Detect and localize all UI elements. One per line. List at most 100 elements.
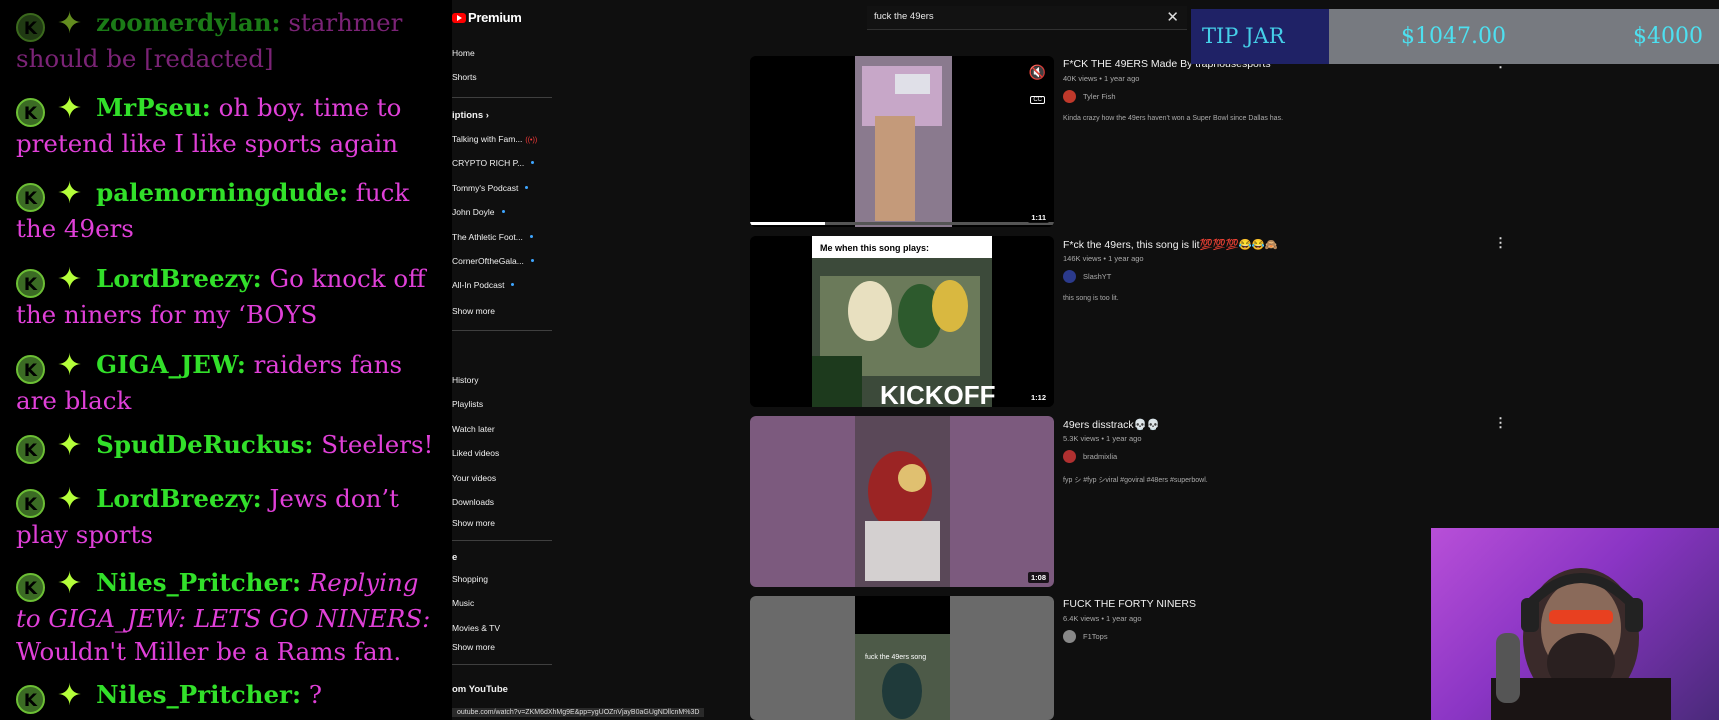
new-content-dot-icon	[511, 283, 515, 287]
chat-message: K ✦ SpudDeRuckus: Steelers!	[16, 428, 446, 464]
streamer-video	[1491, 568, 1671, 720]
subscription-label: Talking with Fam...	[452, 134, 523, 144]
chat-message: K ✦ palemorningdude: fuck the 49ers	[16, 176, 446, 245]
sidebar-item-shorts[interactable]: Shorts	[452, 72, 477, 82]
video-title[interactable]: FUCK THE FORTY NINERS	[1063, 598, 1196, 610]
new-content-dot-icon	[525, 185, 529, 189]
divider	[452, 97, 552, 98]
sidebar-subscription-item[interactable]: CRYPTO RICH P...	[452, 158, 535, 169]
tip-jar-widget: TIP JAR $1047.00 $4000	[1191, 9, 1719, 64]
sidebar-item-playlists[interactable]: Playlists	[452, 399, 483, 409]
channel-name: Tyler Fish	[1083, 92, 1116, 101]
sparkle-icon: ✦	[57, 482, 83, 517]
show-more-button[interactable]: Show more	[452, 306, 495, 316]
sidebar-item-downloads[interactable]: Downloads	[452, 497, 494, 507]
search-query[interactable]: fuck the 49ers	[874, 11, 934, 22]
channel-name: bradmixlia	[1083, 452, 1118, 461]
sidebar-subscription-item[interactable]: John Doyle	[452, 207, 505, 217]
youtube-logo-text: Premium	[468, 10, 522, 25]
show-more-button[interactable]: Show more	[452, 642, 495, 652]
webcam-overlay	[1431, 528, 1719, 720]
chat-username: Niles_Pritcher:	[96, 568, 302, 597]
sparkle-icon: ✦	[57, 428, 83, 463]
video-duration: 1:12	[1027, 392, 1049, 403]
thumbnail-caption: fuck the 49ers song	[865, 654, 927, 661]
video-thumbnail[interactable]: KICKOFF Me when this song plays: 1:12	[750, 236, 1054, 407]
tip-jar-current: $1047.00	[1401, 24, 1506, 49]
divider	[452, 540, 552, 541]
kick-badge-icon: K	[16, 355, 45, 384]
chat-text: ?	[308, 680, 322, 709]
chat-message: K ✦ LordBreezy: Jews don’t play sports	[16, 482, 446, 551]
video-thumbnail[interactable]: 🔇 CC 1:11	[750, 56, 1054, 227]
sidebar-subscriptions-header[interactable]: iptions ›	[452, 110, 489, 121]
youtube-logo[interactable]: Premium	[452, 10, 522, 25]
channel-link[interactable]: SlashYT	[1063, 270, 1111, 283]
more-options-icon[interactable]: ⋮	[1494, 236, 1507, 249]
sidebar-subscription-item[interactable]: Tommy's Podcast	[452, 182, 529, 193]
captions-icon[interactable]: CC	[1030, 96, 1045, 104]
avatar	[1063, 630, 1076, 643]
sidebar-subscription-item[interactable]: The Athletic Foot...	[452, 232, 533, 242]
chat-username: zoomerdylan:	[96, 8, 281, 37]
sparkle-icon: ✦	[57, 91, 83, 126]
chat-username: SpudDeRuckus:	[96, 430, 314, 459]
video-preview	[750, 416, 1054, 587]
kick-badge-icon: K	[16, 573, 45, 602]
new-content-dot-icon	[531, 161, 535, 165]
video-description: fyp シ #fyp シviral #goviral #48ers #super…	[1063, 477, 1208, 484]
sidebar-subscription-item[interactable]: Talking with Fam... ((•))	[452, 134, 537, 144]
sidebar-item-liked-videos[interactable]: Liked videos	[452, 448, 499, 458]
kick-badge-icon: K	[16, 489, 45, 518]
video-thumbnail[interactable]: fuck the 49ers song	[750, 596, 1054, 720]
channel-link[interactable]: bradmixlia	[1063, 450, 1117, 463]
chat-text: Steelers!	[321, 430, 434, 459]
sparkle-icon: ✦	[57, 348, 83, 383]
subscription-label: Tommy's Podcast	[452, 182, 519, 193]
video-preview	[750, 56, 1054, 227]
video-duration: 1:11	[1028, 212, 1049, 223]
sidebar-subscription-item[interactable]: CornerOftheGala...	[452, 256, 534, 266]
channel-link[interactable]: F1Tops	[1063, 630, 1108, 643]
svg-text:KICKOFF: KICKOFF	[880, 380, 996, 407]
video-description: this song is too lit.	[1063, 295, 1119, 302]
sparkle-icon: ✦	[57, 262, 83, 297]
sidebar-item-music[interactable]: Music	[452, 598, 474, 608]
sparkle-icon: ✦	[57, 678, 83, 713]
chevron-right-icon: ›	[485, 110, 489, 121]
chat-message: K ✦ zoomerdylan: starhmer should be [redac…	[16, 6, 446, 75]
sidebar-item-history[interactable]: History	[452, 375, 478, 385]
sidebar-item-your-videos[interactable]: Your videos	[452, 473, 496, 483]
sparkle-icon: ✦	[57, 6, 83, 41]
sidebar-subscription-item[interactable]: All-In Podcast	[452, 280, 515, 290]
sidebar-item-watch-later[interactable]: Watch later	[452, 424, 495, 434]
subscription-label: CornerOftheGala...	[452, 256, 524, 266]
new-content-dot-icon	[530, 259, 534, 262]
sidebar-item-home[interactable]: Home	[452, 48, 475, 58]
avatar	[1063, 90, 1076, 103]
video-thumbnail[interactable]: 1:08	[750, 416, 1054, 587]
sparkle-icon: ✦	[57, 566, 83, 601]
close-icon[interactable]: ✕	[1166, 8, 1179, 26]
thumbnail-caption: Me when this song plays:	[820, 243, 930, 253]
video-description: Kinda crazy how the 49ers haven't won a …	[1063, 115, 1284, 122]
mute-icon[interactable]: 🔇	[1029, 64, 1046, 81]
chat-text: Wouldn't Miller be a Rams fan.	[16, 637, 402, 666]
sidebar-item-movies-tv[interactable]: Movies & TV	[452, 623, 500, 633]
more-options-icon[interactable]: ⋮	[1494, 416, 1507, 429]
video-title[interactable]: F*ck the 49ers, this song is lit💯💯💯😂😂🙈	[1063, 238, 1278, 251]
channel-link[interactable]: Tyler Fish	[1063, 90, 1116, 103]
chat-message: K ✦ Niles_Pritcher: ?	[16, 678, 446, 714]
chat-message: K ✦ Niles_Pritcher: Replying to GIGA_JEW: …	[16, 566, 446, 668]
chat-message: K ✦ GIGA_JEW: raiders fans are black	[16, 348, 446, 417]
video-title[interactable]: 49ers disstrack💀💀	[1063, 418, 1160, 431]
video-meta: 6.4K views • 1 year ago	[1063, 614, 1142, 623]
tip-jar-goal: $4000	[1633, 24, 1703, 49]
sidebar-item-shopping[interactable]: Shopping	[452, 574, 488, 584]
chat-username: LordBreezy:	[96, 484, 262, 513]
sparkle-icon: ✦	[57, 176, 83, 211]
subscription-label: CRYPTO RICH P...	[452, 158, 525, 169]
chat-username: Niles_Pritcher:	[96, 680, 302, 709]
search-input[interactable]: fuck the 49ers ✕	[867, 6, 1187, 30]
show-more-button[interactable]: Show more	[452, 518, 495, 528]
